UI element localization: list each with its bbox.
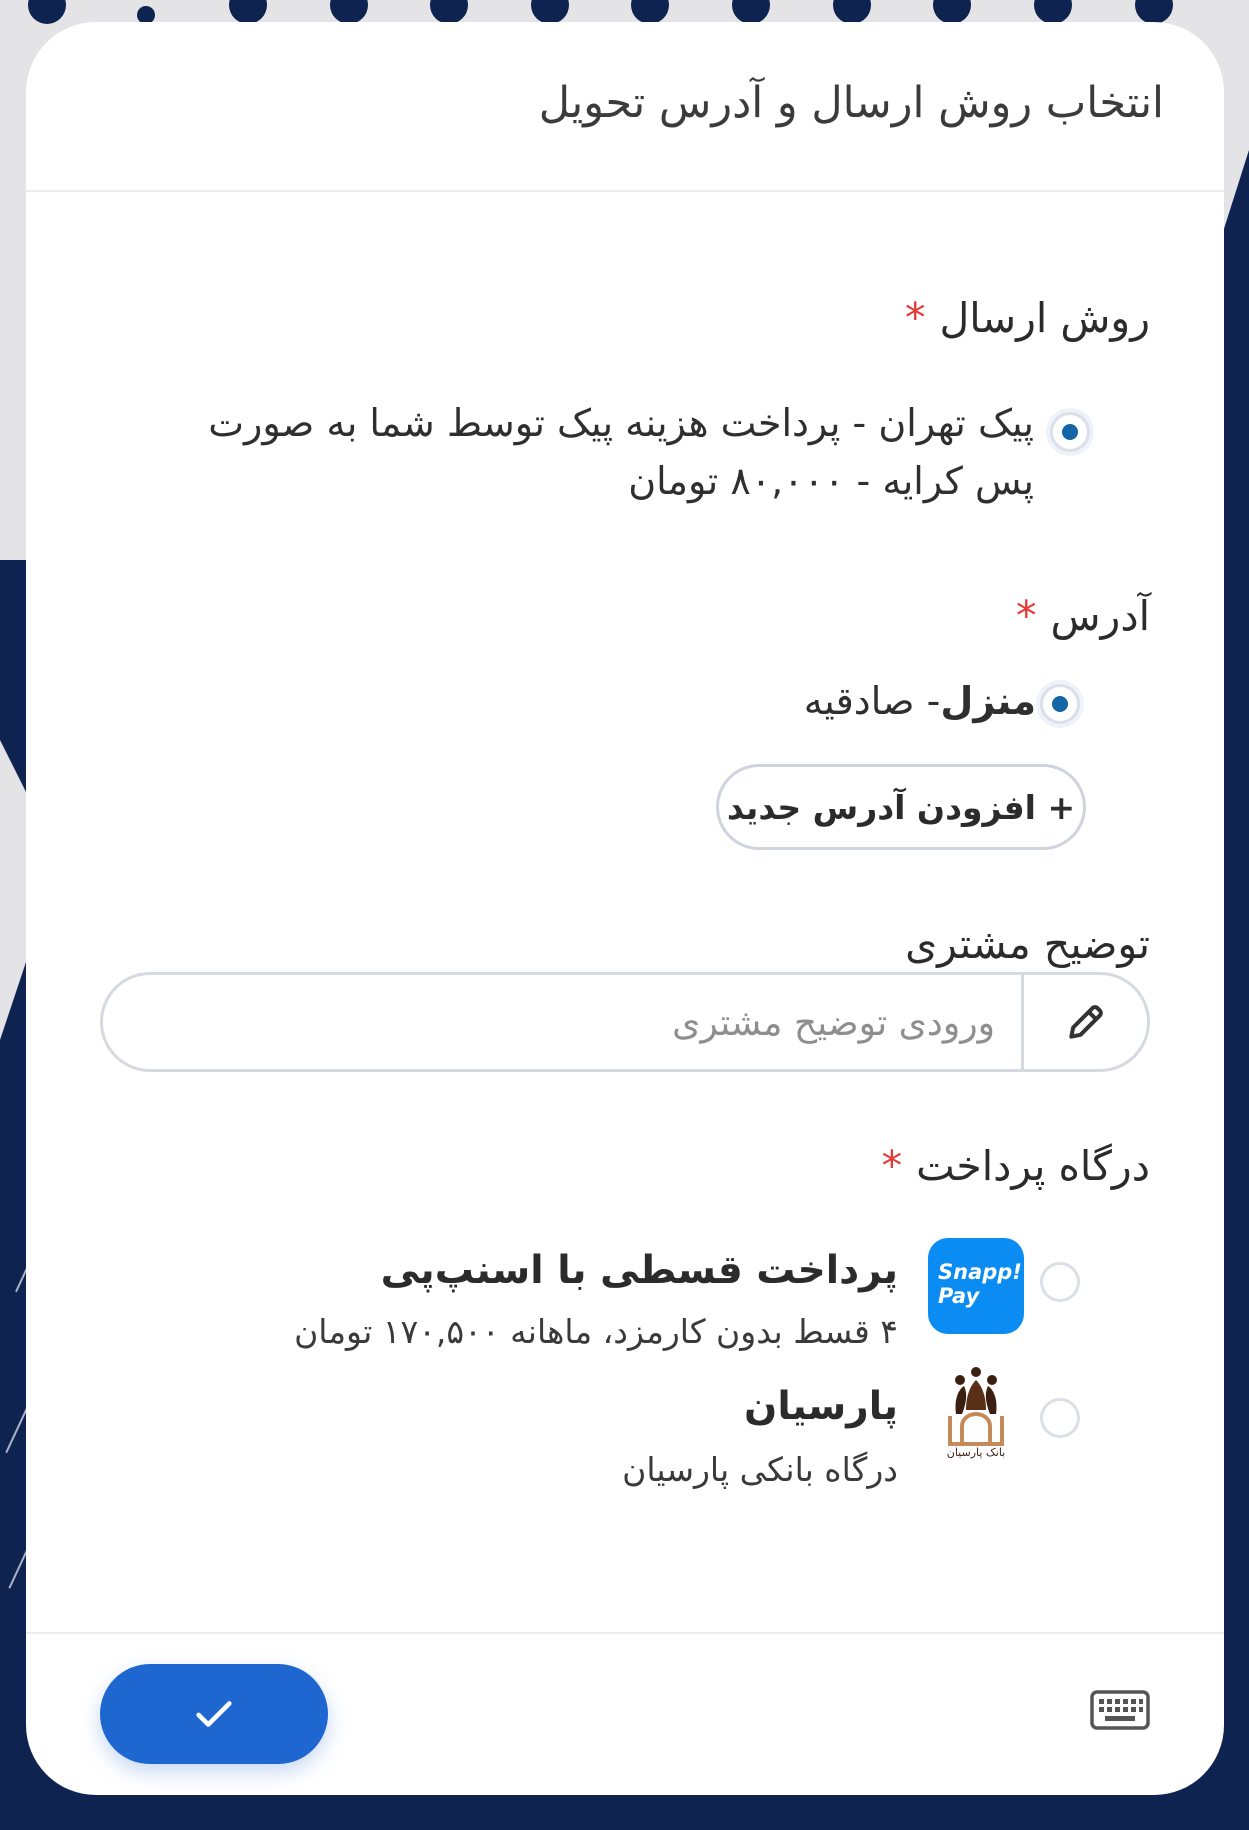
footer-divider [26, 1632, 1224, 1634]
payment-option-snapppay-radio[interactable] [1040, 1262, 1080, 1302]
required-mark: * [904, 294, 926, 342]
address-label-text: آدرس [1050, 592, 1151, 640]
note-field[interactable] [100, 972, 1150, 1072]
dialog-card: انتخاب روش ارسال و آدرس تحویل روش ارسال *… [26, 22, 1224, 1795]
payment-option-parsian-subtitle: درگاه بانکی پارسیان [622, 1450, 898, 1489]
note-input[interactable] [153, 975, 997, 1069]
edit-button[interactable] [1021, 975, 1147, 1069]
address-option-label[interactable]: منزل- صادقیه [804, 672, 1036, 730]
payment-option-snapppay-subtitle: ۴ قسط بدون کارمزد، ماهانه ۱۷۰,۵۰۰ تومان [294, 1312, 898, 1351]
shipping-label: روش ارسال * [905, 294, 1150, 342]
payment-option-parsian-title[interactable]: پارسیان [744, 1384, 898, 1429]
payment-option-snapppay-title[interactable]: پرداخت قسطی با اسنپ‌پی [381, 1248, 898, 1293]
snapppay-logo-text-2: Pay [938, 1284, 980, 1308]
shipping-option-line1: پیک تهران - پرداخت هزینه پیک توسط شما به… [208, 401, 1034, 445]
parsian-logo: بانک پارسیان [936, 1364, 1016, 1464]
parsian-logo-caption: بانک پارسیان [946, 1446, 1006, 1459]
payment-option-parsian-radio[interactable] [1040, 1398, 1080, 1438]
check-icon [196, 1701, 232, 1727]
address-option-title: منزل [940, 679, 1036, 723]
snapppay-logo: Snapp! Pay [928, 1238, 1024, 1334]
payment-label-text: درگاه پرداخت [916, 1142, 1150, 1190]
dialog-header: انتخاب روش ارسال و آدرس تحویل [26, 22, 1224, 192]
required-mark: * [1016, 592, 1037, 640]
shipping-label-text: روش ارسال [939, 294, 1150, 342]
shipping-option-label[interactable]: پیک تهران - پرداخت هزینه پیک توسط شما به… [208, 394, 1034, 510]
pencil-icon [1068, 1005, 1103, 1039]
snapppay-logo-text-1: Snapp! [938, 1260, 1022, 1284]
keyboard-button[interactable] [1090, 1688, 1150, 1736]
required-mark: * [881, 1142, 903, 1190]
note-label: توضیح مشتری [905, 920, 1150, 968]
confirm-button[interactable] [100, 1664, 328, 1764]
payment-label: درگاه پرداخت * [882, 1142, 1150, 1190]
keyboard-icon [1090, 1690, 1150, 1730]
address-label: آدرس * [1016, 592, 1150, 640]
shipping-option-radio[interactable] [1050, 412, 1090, 452]
shipping-option-line2: پس کرایه - ۸۰,۰۰۰ تومان [628, 459, 1034, 503]
parsian-emblem-icon [948, 1367, 1004, 1446]
address-option-radio[interactable] [1040, 684, 1080, 724]
dialog-title: انتخاب روش ارسال و آدرس تحویل [538, 78, 1164, 128]
add-address-button[interactable]: + افزودن آدرس جدید [716, 764, 1086, 850]
address-option-detail: - صادقیه [803, 679, 941, 723]
